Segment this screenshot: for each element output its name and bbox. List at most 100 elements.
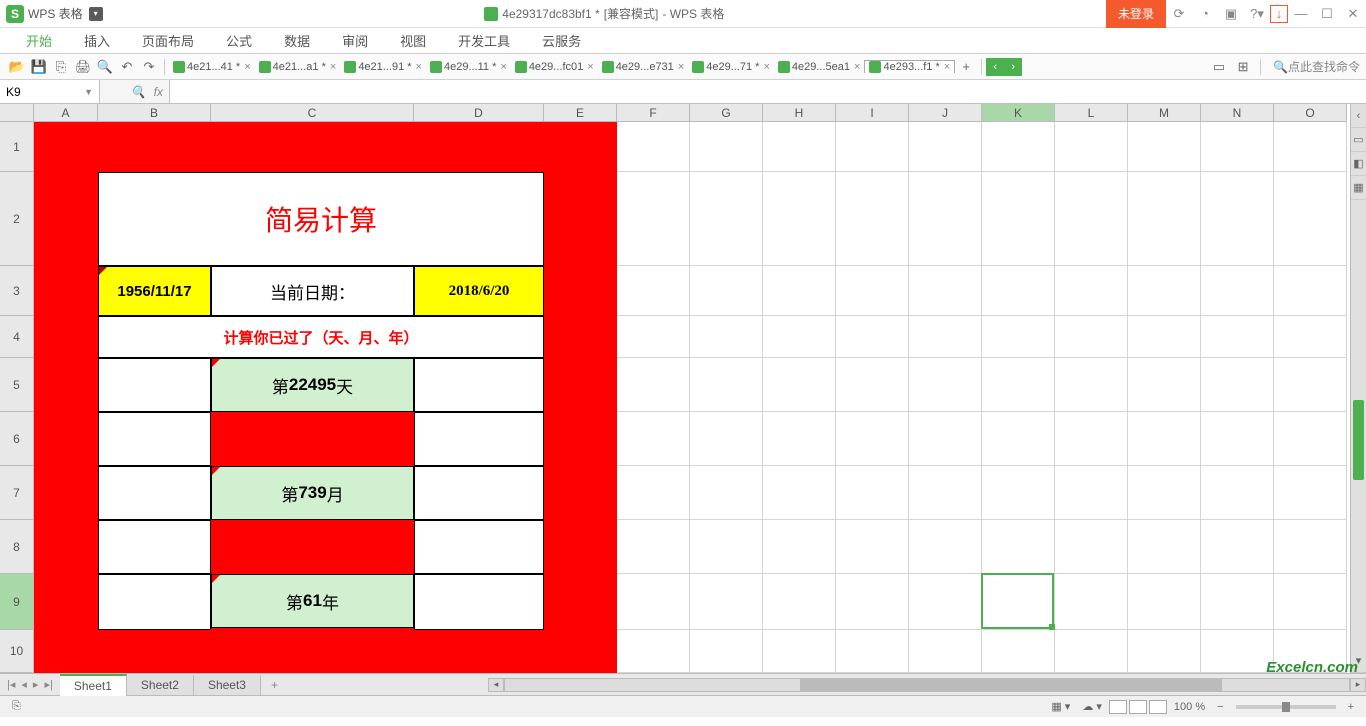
view-break-button[interactable] bbox=[1149, 700, 1167, 714]
window-icon[interactable]: ▭ bbox=[1209, 57, 1229, 77]
cell[interactable] bbox=[690, 412, 763, 466]
menu-review[interactable]: 审阅 bbox=[326, 28, 384, 53]
menu-start[interactable]: 开始 bbox=[10, 28, 68, 53]
cell[interactable] bbox=[1128, 630, 1201, 673]
ribbon-toggle-icon[interactable]: ▣ bbox=[1218, 0, 1244, 28]
col-header-F[interactable]: F bbox=[617, 104, 690, 122]
grid-icon[interactable]: ⊞ bbox=[1233, 57, 1253, 77]
status-doc-icon[interactable]: ⎘ bbox=[6, 700, 27, 713]
cell[interactable] bbox=[909, 172, 982, 266]
col-header-O[interactable]: O bbox=[1274, 104, 1347, 122]
cell[interactable] bbox=[690, 358, 763, 412]
cell[interactable] bbox=[1055, 412, 1128, 466]
add-sheet-button[interactable]: + bbox=[261, 678, 288, 692]
redo-icon[interactable]: ↷ bbox=[139, 57, 159, 77]
cell[interactable] bbox=[763, 630, 836, 673]
cell[interactable] bbox=[982, 122, 1055, 172]
cell[interactable] bbox=[1055, 316, 1128, 358]
row-header-10[interactable]: 10 bbox=[0, 630, 34, 673]
col-header-M[interactable]: M bbox=[1128, 104, 1201, 122]
cell[interactable] bbox=[1274, 172, 1347, 266]
close-tab-icon[interactable]: × bbox=[763, 61, 769, 73]
menu-cloud[interactable]: 云服务 bbox=[526, 28, 597, 53]
cell[interactable] bbox=[1055, 574, 1128, 630]
cell[interactable] bbox=[690, 630, 763, 673]
cell[interactable] bbox=[836, 574, 909, 630]
cell[interactable] bbox=[1274, 412, 1347, 466]
cell[interactable] bbox=[1055, 466, 1128, 520]
menu-data[interactable]: 数据 bbox=[268, 28, 326, 53]
view-normal-button[interactable] bbox=[1109, 700, 1127, 714]
close-tab-icon[interactable]: × bbox=[678, 61, 684, 73]
cell[interactable] bbox=[982, 358, 1055, 412]
close-tab-icon[interactable]: × bbox=[944, 61, 950, 73]
row-header-8[interactable]: 8 bbox=[0, 520, 34, 574]
saveas-icon[interactable]: ⎘ bbox=[51, 57, 71, 77]
doc-tab[interactable]: 4e29...5ea1× bbox=[774, 61, 865, 73]
print-icon[interactable]: 🖨 bbox=[73, 57, 93, 77]
col-header-N[interactable]: N bbox=[1201, 104, 1274, 122]
cell[interactable] bbox=[982, 172, 1055, 266]
undo-icon[interactable]: ↶ bbox=[117, 57, 137, 77]
login-button[interactable]: 未登录 bbox=[1106, 0, 1166, 28]
date-input-cell[interactable]: 1956/11/17 bbox=[98, 266, 211, 316]
doc-tab[interactable]: 4e29...fc01× bbox=[511, 61, 598, 73]
doc-tab[interactable]: 4e293...f1 *× bbox=[864, 60, 955, 73]
row-header-1[interactable]: 1 bbox=[0, 122, 34, 172]
sidebar-clip-icon[interactable]: ◧ bbox=[1351, 152, 1366, 176]
cell[interactable] bbox=[1274, 574, 1347, 630]
cell[interactable] bbox=[1201, 358, 1274, 412]
col-header-G[interactable]: G bbox=[690, 104, 763, 122]
cell[interactable] bbox=[836, 122, 909, 172]
cell[interactable] bbox=[1128, 172, 1201, 266]
close-tab-icon[interactable]: × bbox=[854, 61, 860, 73]
help-dropdown[interactable]: ?▾ bbox=[1244, 0, 1270, 28]
cell[interactable] bbox=[617, 630, 690, 673]
doc-tab[interactable]: 4e29...71 *× bbox=[688, 61, 774, 73]
command-search[interactable]: 🔍 点此查找命令 bbox=[1273, 58, 1360, 75]
close-tab-icon[interactable]: × bbox=[587, 61, 593, 73]
sheet-tab-1[interactable]: Sheet1 bbox=[60, 674, 127, 696]
menu-view[interactable]: 视图 bbox=[384, 28, 442, 53]
row-header-5[interactable]: 5 bbox=[0, 358, 34, 412]
cell[interactable] bbox=[1055, 172, 1128, 266]
cell[interactable] bbox=[763, 172, 836, 266]
cell[interactable] bbox=[1201, 412, 1274, 466]
close-tab-icon[interactable]: × bbox=[416, 61, 422, 73]
col-header-L[interactable]: L bbox=[1055, 104, 1128, 122]
cell[interactable] bbox=[617, 122, 690, 172]
search-fn-icon[interactable]: 🔍 bbox=[131, 85, 146, 99]
cell[interactable] bbox=[1201, 172, 1274, 266]
cell[interactable] bbox=[763, 466, 836, 520]
cell[interactable] bbox=[909, 412, 982, 466]
cell[interactable] bbox=[909, 466, 982, 520]
skin-icon[interactable]: ◔ bbox=[1192, 0, 1218, 28]
col-header-C[interactable]: C bbox=[211, 104, 414, 122]
cell[interactable] bbox=[836, 412, 909, 466]
cell[interactable] bbox=[763, 520, 836, 574]
cell[interactable] bbox=[1201, 630, 1274, 673]
sheet-nav-prev[interactable]: ◂ bbox=[18, 678, 30, 691]
status-cloud-icon[interactable]: ☁ ▾ bbox=[1076, 700, 1108, 713]
cell[interactable] bbox=[836, 520, 909, 574]
cell[interactable] bbox=[1128, 520, 1201, 574]
cell[interactable] bbox=[1055, 630, 1128, 673]
row-header-4[interactable]: 4 bbox=[0, 316, 34, 358]
cell[interactable] bbox=[1128, 316, 1201, 358]
cell[interactable] bbox=[1274, 520, 1347, 574]
cell[interactable] bbox=[1055, 358, 1128, 412]
close-tab-icon[interactable]: × bbox=[330, 61, 336, 73]
select-all-corner[interactable] bbox=[0, 104, 34, 122]
row-header-3[interactable]: 3 bbox=[0, 266, 34, 316]
cell[interactable] bbox=[617, 316, 690, 358]
col-header-D[interactable]: D bbox=[414, 104, 544, 122]
cell[interactable] bbox=[763, 412, 836, 466]
row-header-7[interactable]: 7 bbox=[0, 466, 34, 520]
horizontal-scrollbar[interactable]: ◂ ▸ bbox=[488, 678, 1366, 692]
cell[interactable] bbox=[1274, 466, 1347, 520]
col-header-J[interactable]: J bbox=[909, 104, 982, 122]
cell[interactable] bbox=[763, 574, 836, 630]
cell[interactable] bbox=[909, 358, 982, 412]
cell[interactable] bbox=[1201, 266, 1274, 316]
cell-reference-box[interactable]: K9 ▼ bbox=[0, 80, 100, 103]
